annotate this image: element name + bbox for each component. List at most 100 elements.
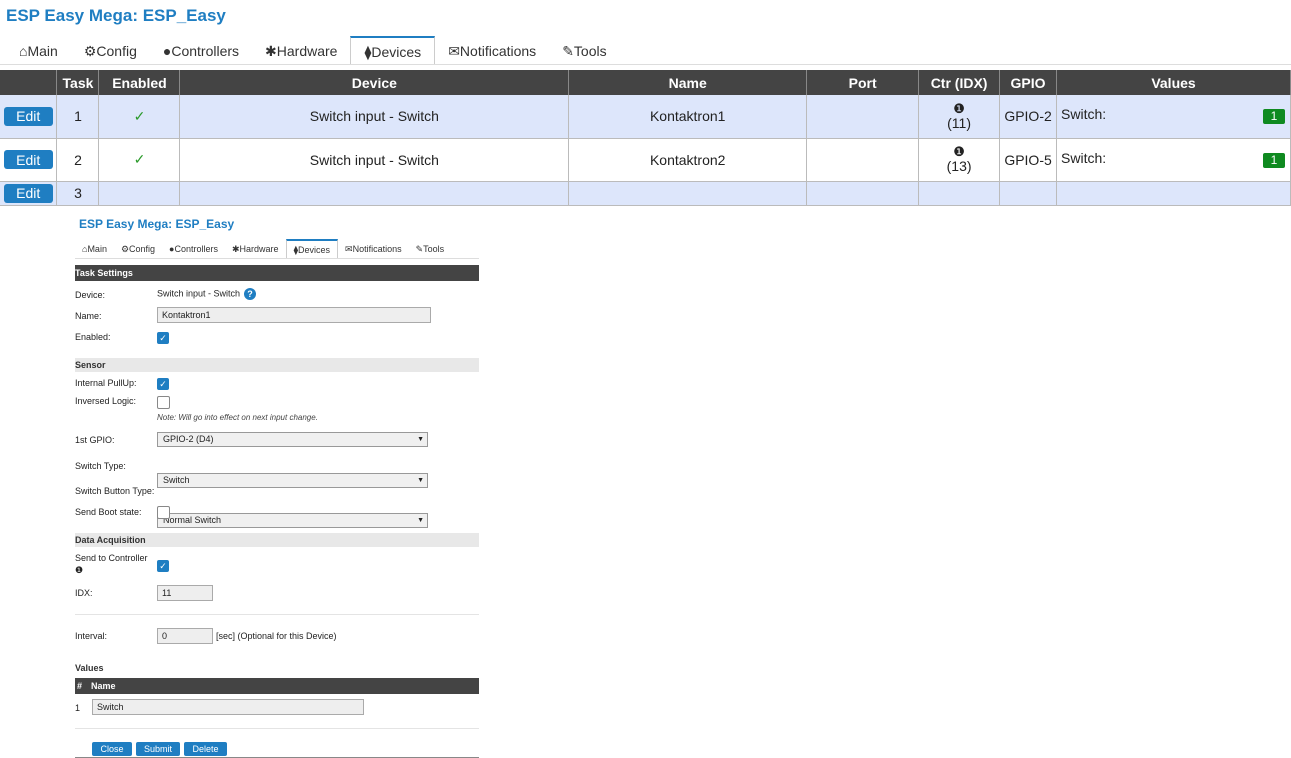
tab-divider [0, 64, 1291, 65]
interval-input[interactable]: 0 [157, 628, 213, 644]
boot-state-checkbox[interactable] [157, 506, 170, 519]
enabled-checkbox[interactable]: ✓ [157, 332, 169, 344]
close-button[interactable]: Close [92, 742, 132, 756]
pin-icon: ✱ [265, 43, 277, 59]
ctr-idx: (13) [946, 158, 972, 174]
tab-controllers-label: Controllers [171, 43, 240, 59]
tab-hardware[interactable]: ✱Hardware [252, 36, 350, 64]
note-text: Note: Will go into effect on next input … [157, 413, 318, 422]
switch-type-select[interactable]: Switch ▼ [157, 473, 428, 488]
value-badge: 1 [1263, 109, 1285, 124]
panel-tab-controllers[interactable]: ●Controllers [162, 239, 225, 258]
tab-tools[interactable]: ✎Tools [549, 36, 619, 64]
table-row: Edit 1 ✓ Switch input - Switch Kontaktro… [0, 95, 1291, 139]
submit-button[interactable]: Submit [136, 742, 180, 756]
panel-tab-notifications[interactable]: ✉Notifications [338, 239, 409, 258]
data-acquisition-header: Data Acquisition [75, 533, 479, 547]
panel-tab-devices[interactable]: ⧫Devices [285, 239, 339, 259]
panel-tab-hardware-label: Hardware [239, 244, 279, 254]
ctr-idx: (11) [947, 114, 971, 131]
inversed-checkbox[interactable] [157, 396, 170, 409]
chevron-down-icon: ▼ [417, 436, 424, 443]
task-settings-panel: ESP Easy Mega: ESP_Easy ⌂Main ⚙Config ●C… [75, 210, 479, 758]
pullup-checkbox[interactable]: ✓ [157, 378, 169, 390]
panel-tab-config[interactable]: ⚙Config [114, 239, 162, 258]
task-cell: 3 [56, 181, 100, 206]
panel-tab-main[interactable]: ⌂Main [75, 239, 114, 258]
panel-tab-tools[interactable]: ✎Tools [409, 239, 452, 258]
tab-tools-label: Tools [573, 43, 607, 59]
tab-devices[interactable]: ⧫Devices [350, 36, 436, 65]
panel-title: ESP Easy Mega: ESP_Easy [79, 217, 235, 231]
gear-icon: ⚙ [83, 43, 97, 59]
pin-icon: ✱ [232, 244, 240, 254]
col-header-task: Task [56, 70, 100, 95]
button-type-select[interactable]: Normal Switch ▼ [157, 513, 428, 528]
col-header-edit [0, 70, 58, 95]
tab-config[interactable]: ⚙Config [71, 36, 150, 64]
task-cell: 2 [56, 138, 100, 182]
gpio-select-value: GPIO-2 (D4) [163, 434, 214, 444]
device-table: Task Enabled Device Name Port Ctr (IDX) … [0, 70, 1291, 206]
gpio-select[interactable]: GPIO-2 (D4) ▼ [157, 432, 428, 447]
chevron-down-icon: ▼ [417, 477, 424, 484]
device-value-wrap: Switch input - Switch? [157, 288, 257, 300]
col-header-port: Port [806, 70, 920, 95]
values-cell: Switch: 1 [1056, 138, 1291, 182]
values-col-num: # [77, 681, 83, 691]
col-header-name: Name [568, 70, 808, 95]
delete-button[interactable]: Delete [184, 742, 227, 756]
table-row: Edit 2 ✓ Switch input - Switch Kontaktro… [0, 138, 1291, 182]
values-cell: Switch: 1 [1056, 95, 1291, 139]
device-label: Device: [75, 290, 106, 300]
controller-number-icon: ❶ [75, 565, 84, 575]
task-cell: 1 [56, 95, 100, 139]
tab-notifications[interactable]: ✉Notifications [435, 36, 549, 64]
tab-config-label: Config [96, 43, 137, 59]
panel-tab-divider [75, 258, 479, 259]
table-row: Edit 3 [0, 181, 1291, 206]
name-input[interactable]: Kontaktron1 [157, 307, 431, 323]
panel-tab-bar: ⌂Main ⚙Config ●Controllers ✱Hardware ⧫De… [75, 239, 451, 259]
wrench-icon: ✎ [562, 43, 574, 59]
chevron-down-icon: ▼ [417, 517, 424, 524]
panel-tab-notifications-label: Notifications [352, 244, 402, 254]
edit-button[interactable]: Edit [3, 106, 53, 126]
tab-main-label: Main [27, 43, 58, 59]
port-cell [806, 138, 920, 182]
panel-tab-controllers-label: Controllers [174, 244, 218, 254]
edit-button[interactable]: Edit [3, 183, 53, 203]
tab-hardware-label: Hardware [276, 43, 338, 59]
boot-state-label: Send Boot state: [75, 507, 142, 517]
col-header-gpio: GPIO [999, 70, 1058, 95]
gpio-label: 1st GPIO: [75, 435, 115, 445]
enabled-label: Enabled: [75, 332, 111, 342]
panel-tab-config-label: Config [129, 244, 156, 254]
divider [75, 614, 479, 615]
envelope-icon: ✉ [448, 43, 460, 59]
col-header-values: Values [1056, 70, 1291, 95]
values-header: Values [75, 661, 479, 675]
send-controller-checkbox[interactable]: ✓ [157, 560, 169, 572]
panel-tab-devices-label: Devices [298, 245, 331, 255]
check-icon: ✓ [133, 151, 146, 167]
panel-tab-main-label: Main [87, 244, 107, 254]
value-row-num: 1 [75, 703, 81, 713]
name-cell: Kontaktron1 [568, 95, 808, 139]
values-col-name: Name [91, 681, 116, 691]
idx-label: IDX: [75, 588, 93, 598]
info-icon[interactable]: ? [244, 288, 257, 300]
port-cell [806, 95, 920, 139]
idx-input[interactable]: 11 [157, 585, 213, 601]
tab-controllers[interactable]: ●Controllers [150, 36, 252, 64]
tab-main[interactable]: ⌂Main [6, 36, 71, 64]
switch-type-select-value: Switch [163, 475, 190, 485]
tab-devices-label: Devices [371, 44, 422, 60]
col-header-ctr: Ctr (IDX) [918, 70, 1001, 95]
controller-number-icon: ❶ [953, 144, 965, 159]
panel-tab-hardware[interactable]: ✱Hardware [225, 239, 286, 258]
value-label: Switch: [1061, 106, 1107, 122]
value-name-input[interactable]: Switch [92, 699, 364, 715]
edit-button[interactable]: Edit [3, 150, 53, 169]
ctr-cell: ❶ (13) [918, 138, 1001, 182]
